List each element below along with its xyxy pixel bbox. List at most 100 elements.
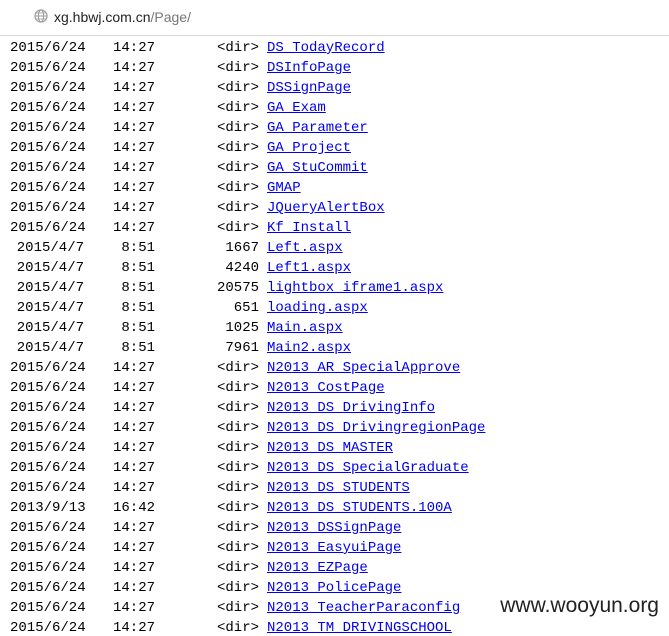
entry-size: <dir> (216, 440, 259, 456)
entry-date: 2015/6/24 (10, 520, 86, 536)
entry-time: 14:27 (112, 180, 155, 196)
entry-size: <dir> (216, 480, 259, 496)
entry-size: <dir> (216, 600, 259, 616)
listing-row: 2015/4/7 8:51 651 loading.aspx (0, 298, 669, 318)
listing-row: 2015/6/24 14:27 <dir> N2013_TM_DRIVINGSCHOO… (0, 618, 669, 636)
url-text[interactable]: xg.hbwj.com.cn/Page/ (54, 9, 191, 25)
entry-link[interactable]: N2013_PolicePage (267, 578, 401, 598)
listing-row: 2015/4/7 8:51 20575 lightbox_iframe1.aspx (0, 278, 669, 298)
entry-link[interactable]: DS_TodayRecord (267, 38, 385, 58)
entry-link[interactable]: lightbox_iframe1.aspx (267, 278, 443, 298)
entry-date: 2015/6/24 (10, 600, 86, 616)
entry-link[interactable]: N2013_CostPage (267, 378, 385, 398)
entry-link[interactable]: N2013_TeacherParaconfig (267, 598, 460, 618)
listing-row: 2015/6/24 14:27 <dir> DS_TodayRecord (0, 38, 669, 58)
listing-row: 2015/6/24 14:27 <dir> GA_Project (0, 138, 669, 158)
entry-link[interactable]: N2013_EasyuiPage (267, 538, 401, 558)
listing-row: 2015/6/24 14:27 <dir> N2013_DS_DrivingInfo (0, 398, 669, 418)
globe-icon (34, 9, 48, 23)
entry-size: 7961 (225, 340, 259, 356)
entry-link[interactable]: Main2.aspx (267, 338, 351, 358)
listing-row: 2015/6/24 14:27 <dir> N2013_EZPage (0, 558, 669, 578)
entry-date: 2015/4/7 (16, 260, 84, 276)
entry-size: <dir> (216, 500, 259, 516)
entry-link[interactable]: GMAP (267, 178, 301, 198)
entry-link[interactable]: GA_Exam (267, 98, 326, 118)
entry-size: <dir> (216, 580, 259, 596)
entry-link[interactable]: Left1.aspx (267, 258, 351, 278)
listing-row: 2015/6/24 14:27 <dir> JQueryAlertBox (0, 198, 669, 218)
entry-size: <dir> (216, 120, 259, 136)
entry-time: 8:51 (121, 340, 155, 356)
entry-time: 8:51 (121, 300, 155, 316)
listing-row: 2015/6/24 14:27 <dir> N2013_EasyuiPage (0, 538, 669, 558)
entry-size: 1667 (225, 240, 259, 256)
entry-link[interactable]: N2013_DS_SpecialGraduate (267, 458, 469, 478)
listing-row: 2015/4/7 8:51 1025 Main.aspx (0, 318, 669, 338)
entry-size: <dir> (216, 620, 259, 636)
entry-link[interactable]: N2013_DS_DrivingregionPage (267, 418, 485, 438)
entry-size: <dir> (216, 380, 259, 396)
listing-row: 2015/6/24 14:27 <dir> N2013_AR_SpecialAppro… (0, 358, 669, 378)
watermark-text: www.wooyun.org (498, 594, 661, 618)
entry-date: 2015/6/24 (10, 580, 86, 596)
url-domain: xg.hbwj.com.cn (54, 9, 151, 25)
entry-link[interactable]: loading.aspx (267, 298, 368, 318)
listing-row: 2015/6/24 14:27 <dir> N2013_DS_SpecialGradu… (0, 458, 669, 478)
entry-link[interactable]: N2013_EZPage (267, 558, 368, 578)
entry-time: 14:27 (112, 120, 155, 136)
entry-link[interactable]: N2013_DSSignPage (267, 518, 401, 538)
listing-row: 2015/6/24 14:27 <dir> GMAP (0, 178, 669, 198)
entry-link[interactable]: Main.aspx (267, 318, 343, 338)
entry-link[interactable]: N2013_DS_MASTER (267, 438, 393, 458)
entry-time: 14:27 (112, 360, 155, 376)
entry-time: 8:51 (121, 280, 155, 296)
entry-size: <dir> (216, 80, 259, 96)
entry-date: 2015/4/7 (16, 280, 84, 296)
listing-row: 2015/6/24 14:27 <dir> N2013_CostPage (0, 378, 669, 398)
entry-time: 14:27 (112, 560, 155, 576)
entry-link[interactable]: N2013_AR_SpecialApprove (267, 358, 460, 378)
entry-link[interactable]: N2013_DS_DrivingInfo (267, 398, 435, 418)
entry-date: 2015/6/24 (10, 60, 86, 76)
entry-link[interactable]: GA_Project (267, 138, 351, 158)
listing-row: 2015/6/24 14:27 <dir> Kf_Install (0, 218, 669, 238)
entry-size: <dir> (216, 180, 259, 196)
entry-link[interactable]: DSInfoPage (267, 58, 351, 78)
entry-size: <dir> (216, 460, 259, 476)
listing-row: 2015/4/7 8:51 7961 Main2.aspx (0, 338, 669, 358)
entry-time: 14:27 (112, 160, 155, 176)
entry-link[interactable]: GA_StuCommit (267, 158, 368, 178)
listing-row: 2015/6/24 14:27 <dir> GA_Parameter (0, 118, 669, 138)
entry-time: 16:42 (112, 500, 155, 516)
entry-date: 2015/6/24 (10, 380, 86, 396)
entry-link[interactable]: N2013_DS_STUDENTS.100A (267, 498, 452, 518)
entry-date: 2015/6/24 (10, 440, 86, 456)
entry-size: <dir> (216, 420, 259, 436)
entry-time: 14:27 (112, 80, 155, 96)
entry-date: 2015/6/24 (10, 160, 86, 176)
entry-size: <dir> (216, 540, 259, 556)
url-path: /Page/ (150, 9, 191, 25)
listing-row: 2015/6/24 14:27 <dir> GA_StuCommit (0, 158, 669, 178)
entry-time: 14:27 (112, 200, 155, 216)
listing-row: 2015/6/24 14:27 <dir> GA_Exam (0, 98, 669, 118)
entry-date: 2015/6/24 (10, 360, 86, 376)
entry-time: 14:27 (112, 100, 155, 116)
entry-link[interactable]: Kf_Install (267, 218, 351, 238)
entry-link[interactable]: N2013_DS_STUDENTS (267, 478, 410, 498)
listing-row: 2015/6/24 14:27 <dir> N2013_DSSignPage (0, 518, 669, 538)
entry-link[interactable]: N2013_TM_DRIVINGSCHOOL (267, 618, 452, 636)
entry-link[interactable]: Left.aspx (267, 238, 343, 258)
listing-row: 2015/6/24 14:27 <dir> DSInfoPage (0, 58, 669, 78)
listing-row: 2015/6/24 14:27 <dir> N2013_DS_Drivingregio… (0, 418, 669, 438)
entry-link[interactable]: DSSignPage (267, 78, 351, 98)
entry-link[interactable]: GA_Parameter (267, 118, 368, 138)
entry-date: 2015/4/7 (16, 240, 84, 256)
listing-row: 2015/6/24 14:27 <dir> N2013_DS_STUDENTS (0, 478, 669, 498)
address-bar[interactable]: xg.hbwj.com.cn/Page/ (0, 0, 669, 36)
entry-link[interactable]: JQueryAlertBox (267, 198, 385, 218)
entry-date: 2015/4/7 (16, 340, 84, 356)
entry-size: <dir> (216, 100, 259, 116)
entry-date: 2015/6/24 (10, 80, 86, 96)
